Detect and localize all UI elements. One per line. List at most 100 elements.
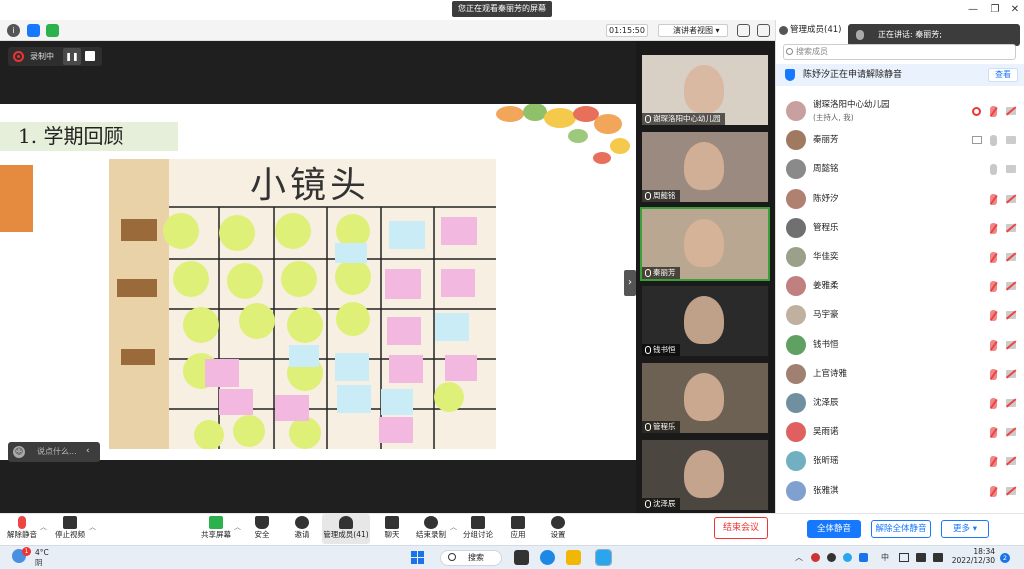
layout-icon[interactable]	[757, 24, 770, 37]
camera-off-icon[interactable]	[1006, 428, 1016, 437]
unmute-all-button[interactable]: 解除全体静音	[871, 520, 931, 538]
mic-icon[interactable]	[990, 164, 997, 176]
end-meeting-button[interactable]: 结束会议	[714, 517, 768, 539]
camera-icon[interactable]	[1006, 165, 1016, 174]
pause-recording-button[interactable]: ❚❚	[63, 48, 81, 65]
signal-icon[interactable]	[46, 24, 59, 37]
member-role: (主持人, 我)	[813, 113, 854, 122]
notification-badge[interactable]: 2	[1000, 553, 1010, 563]
camera-off-icon[interactable]	[1006, 457, 1016, 466]
fullscreen-icon[interactable]	[737, 24, 750, 37]
avatar	[786, 188, 806, 209]
tray-app-icon[interactable]	[843, 553, 852, 562]
close-button[interactable]: ✕	[1008, 3, 1022, 17]
tray-app-icon[interactable]	[827, 553, 836, 562]
wifi-icon[interactable]	[916, 553, 926, 562]
taskbar-search-label: 搜索	[468, 553, 484, 562]
member-row[interactable]: 张昕瑶	[776, 447, 1024, 476]
member-row[interactable]: 张雅淇	[776, 477, 1024, 506]
video-tile[interactable]: 谢琛洛阳中心幼儿园	[642, 55, 768, 125]
file-explorer-icon[interactable]	[566, 550, 581, 565]
camera-off-icon[interactable]	[1006, 340, 1016, 349]
mic-muted-icon[interactable]	[990, 485, 997, 497]
task-view-icon[interactable]	[514, 550, 529, 565]
chevron-left-icon[interactable]: ‹	[86, 445, 90, 458]
video-tile-name: 秦丽芳	[642, 267, 680, 279]
more-button[interactable]: 更多 ▾	[941, 520, 989, 538]
member-row[interactable]: 周懿铭	[776, 155, 1024, 184]
camera-off-icon[interactable]	[1006, 369, 1016, 378]
mic-muted-icon[interactable]	[990, 398, 997, 409]
member-row[interactable]: 陈妤汐	[776, 185, 1024, 214]
shield-icon[interactable]	[27, 24, 40, 37]
video-tile[interactable]: 沈泽辰	[642, 440, 768, 510]
video-tile[interactable]: 钱书恒	[642, 286, 768, 356]
tray-chevron-icon[interactable]: ︿	[795, 553, 803, 563]
windows-start-icon[interactable]	[411, 551, 425, 565]
mic-muted-icon[interactable]	[990, 222, 997, 234]
video-tile[interactable]: 周懿铭	[642, 132, 768, 202]
tray-app-icon[interactable]	[811, 553, 820, 562]
mic-muted-icon[interactable]	[990, 193, 997, 205]
edge-browser-icon[interactable]	[540, 550, 555, 565]
view-mode-select[interactable]: 演讲者视图 ▾	[658, 24, 728, 37]
mic-muted-icon[interactable]	[990, 339, 997, 351]
mic-muted-icon[interactable]	[990, 106, 997, 117]
camera-off-icon[interactable]	[1006, 253, 1016, 261]
camera-off-icon[interactable]	[1006, 194, 1016, 203]
stop-recording-button[interactable]	[85, 51, 95, 61]
volume-icon[interactable]	[933, 553, 943, 562]
mic-muted-icon[interactable]	[990, 456, 997, 468]
camera-off-icon[interactable]	[1006, 486, 1016, 495]
member-row[interactable]: 上官诗雅	[776, 360, 1024, 389]
mic-muted-icon[interactable]	[990, 310, 997, 322]
member-row[interactable]: 谢琛洛阳中心幼儿园 (主持人, 我)	[776, 97, 1024, 126]
camera-icon[interactable]	[1006, 136, 1016, 145]
member-row[interactable]: 秦丽芳	[776, 126, 1024, 155]
member-row[interactable]: 沈泽辰	[776, 389, 1024, 418]
invite-icon	[295, 516, 309, 529]
camera-off-icon[interactable]	[1006, 282, 1016, 291]
member-row[interactable]: 华佳奕	[776, 243, 1024, 272]
emoji-icon[interactable]: ☺	[13, 446, 25, 458]
share-screen-button[interactable]: 共享屏幕	[196, 514, 236, 544]
taskbar-clock[interactable]: 18:34 2022/12/30	[951, 547, 995, 565]
participant-name: 钱书恒	[653, 345, 676, 354]
mic-muted-icon[interactable]	[990, 427, 997, 439]
clock-date: 2022/12/30	[951, 556, 995, 565]
display-icon[interactable]	[899, 553, 909, 562]
avatar	[786, 334, 806, 355]
settings-button[interactable]: 设置	[538, 514, 578, 544]
member-row[interactable]: 钱书恒	[776, 331, 1024, 360]
video-tile[interactable]: 管程乐	[642, 363, 768, 433]
end-recording-button[interactable]: 结束录制	[411, 514, 451, 544]
input-method-indicator[interactable]: 中	[881, 553, 889, 563]
stop-video-button[interactable]: 停止视频	[50, 514, 90, 544]
member-row[interactable]: 吴雨诺	[776, 418, 1024, 447]
mic-muted-icon[interactable]	[990, 368, 997, 380]
member-row[interactable]: 管程乐	[776, 214, 1024, 243]
restore-button[interactable]: ❐	[988, 3, 1002, 17]
chat-placeholder[interactable]: 说点什么...	[37, 446, 77, 458]
mic-muted-icon[interactable]	[990, 281, 997, 293]
video-tile[interactable]: 秦丽芳	[640, 207, 770, 281]
video-caret[interactable]: ︿	[89, 522, 96, 532]
info-icon[interactable]: i	[7, 24, 20, 37]
collapse-video-button[interactable]: ›	[624, 270, 636, 296]
member-row[interactable]: 姜雅柔	[776, 272, 1024, 301]
member-row[interactable]: 马宇豪	[776, 301, 1024, 330]
mic-icon[interactable]	[990, 135, 997, 147]
camera-off-icon[interactable]	[1006, 399, 1016, 407]
camera-off-icon[interactable]	[1006, 107, 1016, 115]
unmute-button[interactable]: 解除静音	[2, 514, 42, 544]
tencent-meeting-icon[interactable]	[595, 549, 612, 566]
unmute-request-text: 陈妤汐正在申请解除静音	[803, 70, 903, 80]
tray-app-icon[interactable]	[859, 553, 868, 562]
member-name: 姜雅柔	[813, 281, 839, 292]
camera-off-icon[interactable]	[1006, 223, 1016, 232]
mute-all-button[interactable]: 全体静音	[807, 520, 861, 538]
minimize-button[interactable]: —	[966, 3, 980, 17]
view-request-button[interactable]: 查看	[988, 68, 1018, 82]
mic-muted-icon[interactable]	[990, 252, 997, 263]
camera-off-icon[interactable]	[1006, 311, 1016, 320]
